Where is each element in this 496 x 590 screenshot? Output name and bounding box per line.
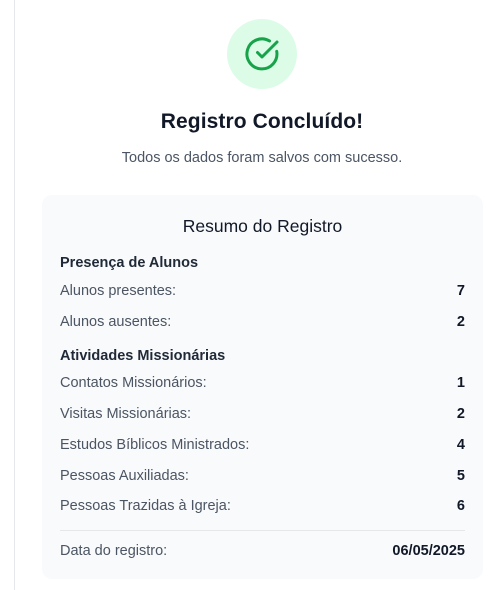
attendance-heading: Presença de Alunos xyxy=(60,255,199,271)
summary-row-present-students: Alunos presentes: 7 xyxy=(60,281,465,301)
row-label: Contatos Missionários: xyxy=(60,375,207,391)
row-value: 2 xyxy=(456,314,465,330)
summary-row-missionary-visits: Visitas Missionárias: 2 xyxy=(60,404,465,424)
summary-row-absent-students: Alunos ausentes: 2 xyxy=(60,312,465,332)
summary-divider xyxy=(60,530,465,531)
success-badge xyxy=(227,19,297,89)
row-label: Visitas Missionárias: xyxy=(60,406,192,422)
summary-row-bible-studies: Estudos Bíblicos Ministrados: 4 xyxy=(60,435,465,455)
summary-row-missionary-contacts: Contatos Missionários: 1 xyxy=(60,373,465,393)
summary-row-people-helped: Pessoas Auxiliadas: 5 xyxy=(60,466,465,486)
missionary-heading: Atividades Missionárias xyxy=(60,348,226,364)
summary-row-people-brought: Pessoas Trazidas à Igreja: 6 xyxy=(60,496,465,516)
row-label: Estudos Bíblicos Ministrados: xyxy=(60,437,250,453)
row-value: 7 xyxy=(456,283,465,299)
row-label: Pessoas Trazidas à Igreja: xyxy=(60,498,231,514)
row-label: Data do registro: xyxy=(60,543,168,559)
row-value: 5 xyxy=(456,468,465,484)
row-value: 06/05/2025 xyxy=(392,543,465,559)
content-area: Registro Concluído! Todos os dados foram… xyxy=(15,0,496,590)
row-value: 4 xyxy=(456,437,465,453)
row-label: Pessoas Auxiliadas: xyxy=(60,468,189,484)
row-value: 6 xyxy=(456,498,465,514)
row-value: 1 xyxy=(456,375,465,391)
row-label: Alunos ausentes: xyxy=(60,314,172,330)
check-circle-icon xyxy=(245,37,279,71)
page-title: Registro Concluído! xyxy=(160,110,364,133)
row-label: Alunos presentes: xyxy=(60,283,177,299)
summary-title: Resumo do Registro xyxy=(182,216,343,236)
registration-success-page: Registro Concluído! Todos os dados foram… xyxy=(0,0,496,590)
row-value: 2 xyxy=(456,406,465,422)
page-subtitle: Todos os dados foram salvos com sucesso. xyxy=(121,150,403,166)
summary-row-registration-date: Data do registro: 06/05/2025 xyxy=(60,541,465,561)
summary-card: Resumo do Registro Presença de Alunos Al… xyxy=(42,195,483,579)
